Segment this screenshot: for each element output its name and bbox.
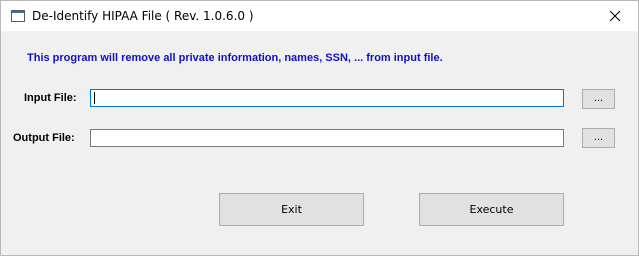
dialog-window: De-Identify HIPAA File ( Rev. 1.0.6.0 ) … <box>0 0 639 256</box>
text-caret <box>94 92 95 104</box>
browse-output-button[interactable]: ... <box>582 128 615 148</box>
output-file-field[interactable] <box>90 129 564 147</box>
close-icon <box>609 10 621 22</box>
window-title: De-Identify HIPAA File ( Rev. 1.0.6.0 ) <box>32 9 254 23</box>
output-file-label: Output File: <box>13 132 75 144</box>
input-file-field[interactable] <box>90 89 564 107</box>
input-file-label: Input File: <box>24 92 77 104</box>
execute-button[interactable]: Execute <box>419 193 564 226</box>
info-text: This program will remove all private inf… <box>27 52 443 64</box>
close-button[interactable] <box>592 1 638 31</box>
title-bar[interactable]: De-Identify HIPAA File ( Rev. 1.0.6.0 ) <box>1 1 638 31</box>
browse-input-button[interactable]: ... <box>582 89 615 109</box>
dialog-client-area: This program will remove all private inf… <box>1 31 638 255</box>
exit-button[interactable]: Exit <box>219 193 364 226</box>
app-window-icon <box>10 8 26 24</box>
